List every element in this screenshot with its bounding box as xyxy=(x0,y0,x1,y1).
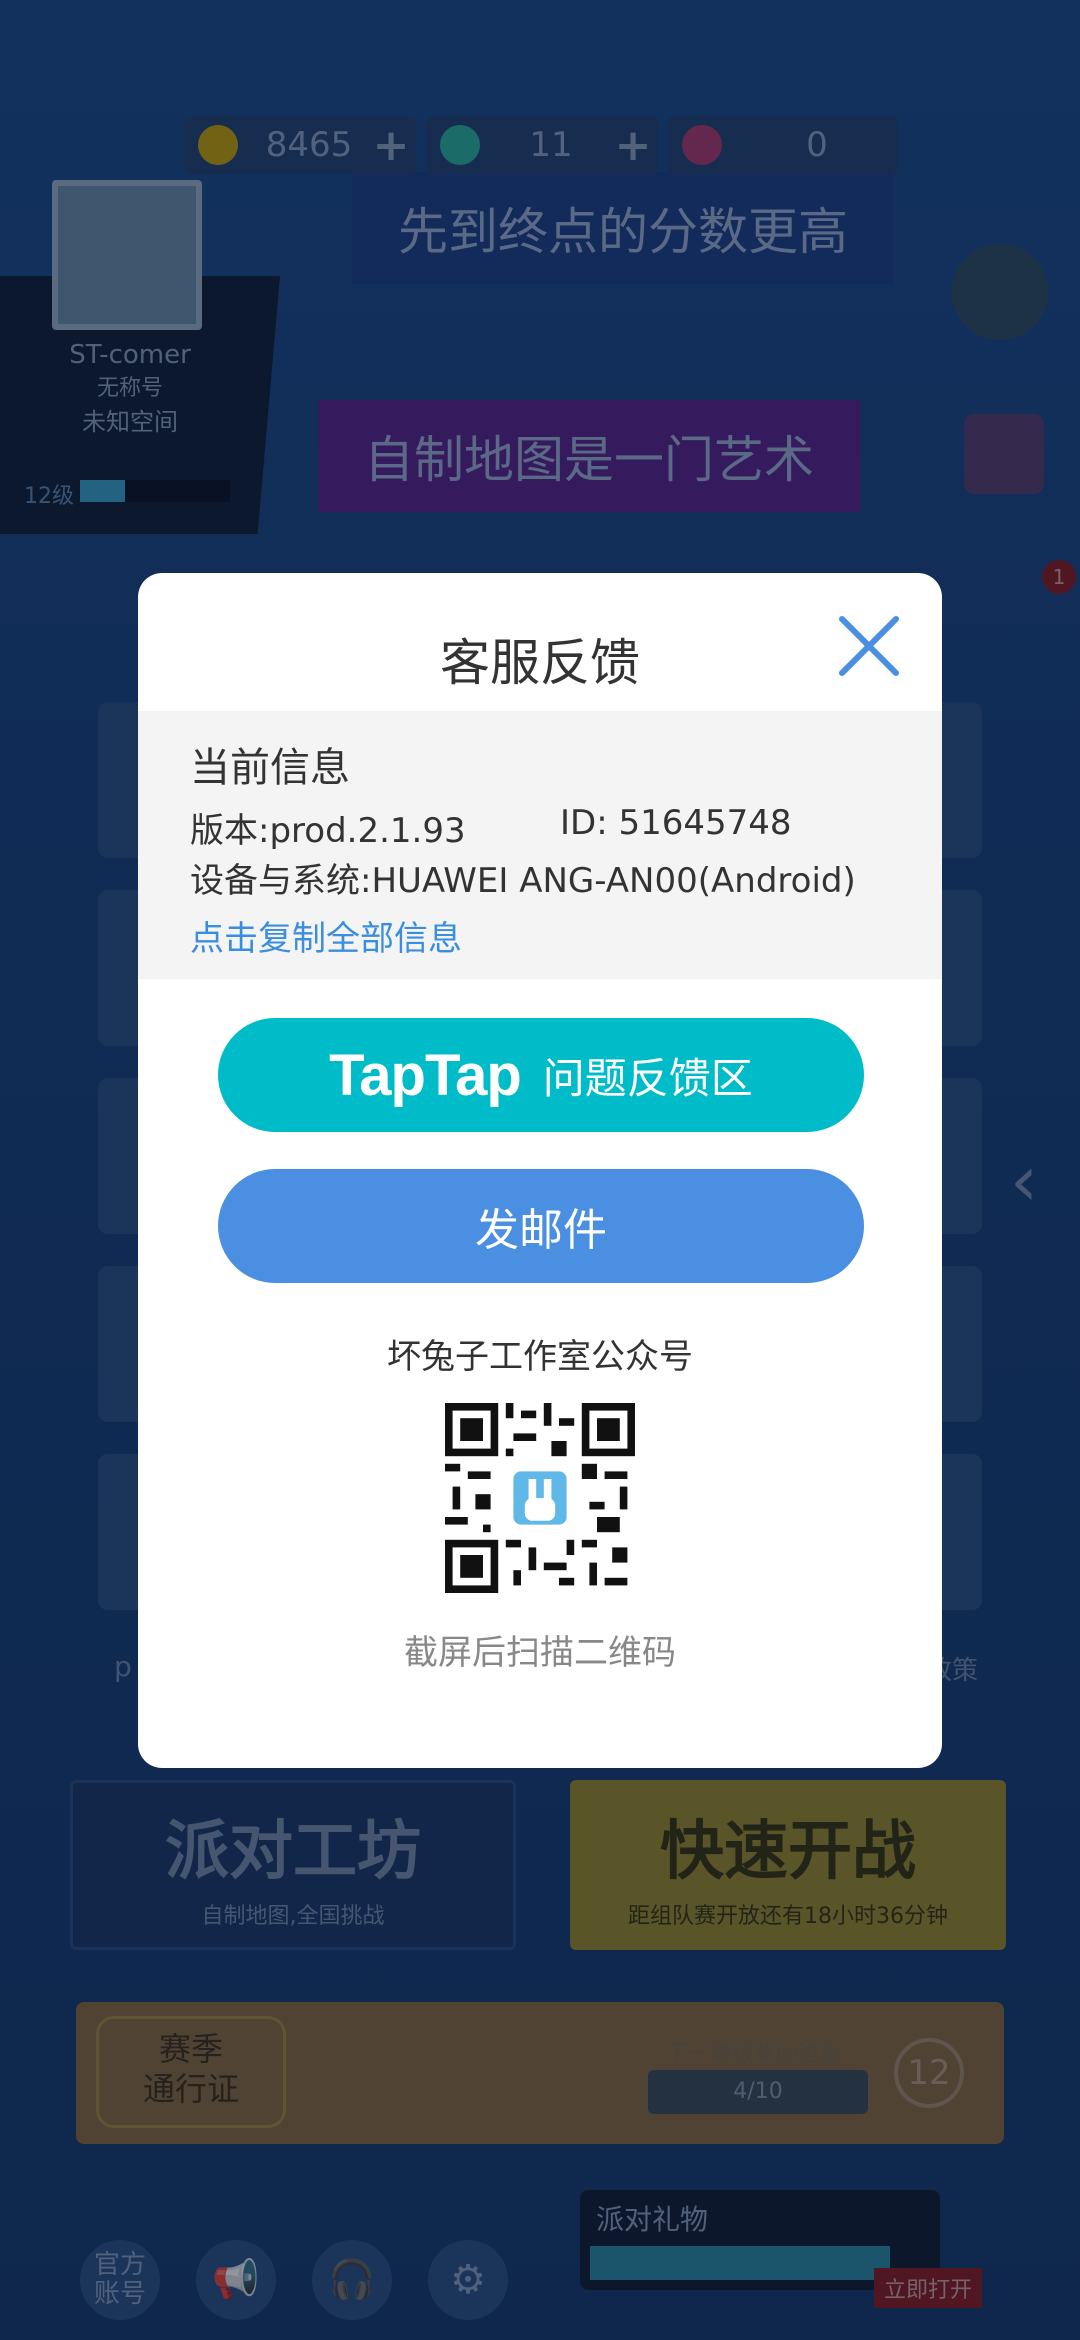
device-text: 设备与系统:HUAWEI ANG-AN00(Android) xyxy=(190,861,856,901)
current-info-panel: 当前信息 版本:prod.2.1.93 ID: 51645748 设备与系统:H… xyxy=(138,711,942,979)
dialog-title: 客服反馈 xyxy=(440,634,640,692)
version-text: 版本:prod.2.1.93 xyxy=(190,811,466,851)
id-text: ID: 51645748 xyxy=(560,803,792,843)
qr-code xyxy=(445,1403,635,1593)
customer-feedback-dialog: 客服反馈 当前信息 版本:prod.2.1.93 ID: 51645748 设备… xyxy=(138,573,942,1768)
send-email-button[interactable]: 发邮件 xyxy=(218,1169,864,1283)
scan-hint: 截屏后扫描二维码 xyxy=(404,1633,676,1673)
copy-info-link[interactable]: 点击复制全部信息 xyxy=(190,911,462,960)
taptap-logo: TapTap xyxy=(329,1042,522,1108)
close-icon[interactable] xyxy=(836,613,902,679)
taptap-label: 问题反馈区 xyxy=(542,1053,753,1103)
info-heading: 当前信息 xyxy=(190,745,350,791)
taptap-feedback-button[interactable]: TapTap 问题反馈区 xyxy=(218,1018,864,1132)
public-account-label: 坏兔子工作室公众号 xyxy=(387,1337,693,1377)
send-email-label: 发邮件 xyxy=(475,1205,607,1256)
